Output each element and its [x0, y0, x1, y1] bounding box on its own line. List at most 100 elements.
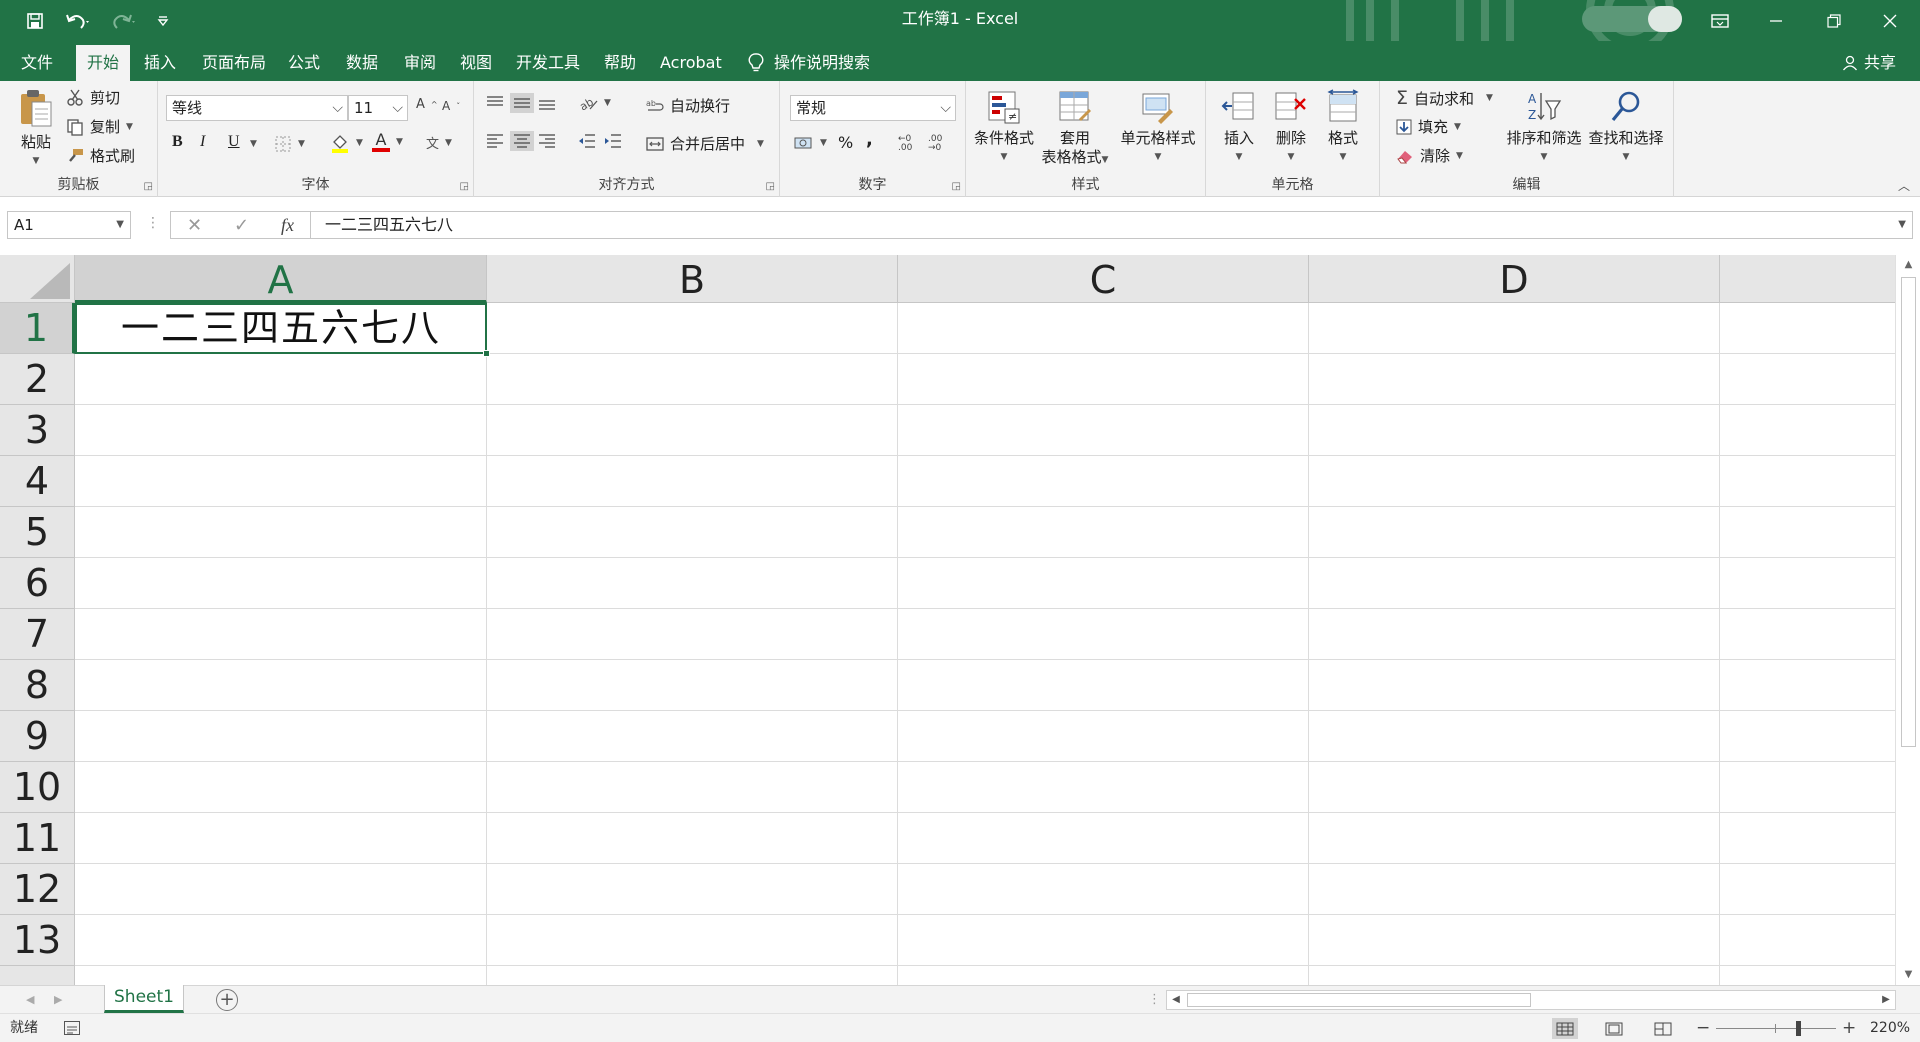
- tab-help[interactable]: 帮助: [594, 45, 646, 81]
- middle-align-button[interactable]: [510, 93, 534, 113]
- row-header-8[interactable]: 8: [0, 660, 75, 711]
- add-sheet-icon[interactable]: +: [216, 989, 238, 1011]
- row-header-10[interactable]: 10: [0, 762, 75, 813]
- tab-split-handle[interactable]: ⋮: [1148, 986, 1161, 1014]
- previous-sheet-icon[interactable]: ◀: [26, 986, 34, 1014]
- row-header-9[interactable]: 9: [0, 711, 75, 762]
- tell-me-search[interactable]: 操作说明搜索: [748, 45, 870, 81]
- bottom-align-button[interactable]: [538, 95, 556, 111]
- zoom-slider-thumb[interactable]: [1796, 1021, 1801, 1036]
- decrease-font-size-button[interactable]: Aˇ: [442, 99, 460, 113]
- dialog-launcher-icon[interactable]: ◲: [144, 181, 153, 192]
- zoom-out-button[interactable]: −: [1696, 1014, 1710, 1042]
- share-button[interactable]: 共享: [1842, 45, 1896, 81]
- vertical-scrollbar[interactable]: ▲ ▼: [1895, 255, 1920, 985]
- tab-data[interactable]: 数据: [336, 45, 388, 81]
- undo-icon[interactable]: [58, 0, 98, 41]
- cancel-icon[interactable]: ✕: [187, 215, 202, 236]
- column-header-c[interactable]: C: [898, 255, 1309, 303]
- italic-button[interactable]: I: [200, 133, 205, 151]
- center-align-button[interactable]: [510, 131, 534, 151]
- row-header-14[interactable]: [0, 966, 75, 985]
- name-box[interactable]: A1 ▼: [7, 211, 131, 239]
- macro-recording-icon[interactable]: [64, 1021, 80, 1035]
- number-format-box[interactable]: 常规 ⌵: [790, 95, 956, 121]
- user-avatar[interactable]: [1582, 6, 1682, 32]
- underline-button[interactable]: U: [228, 133, 240, 151]
- decrease-indent-button[interactable]: [578, 133, 596, 149]
- horizontal-scrollbar[interactable]: ◀ ▶: [1166, 990, 1896, 1010]
- row-header-6[interactable]: 6: [0, 558, 75, 609]
- decrease-decimal-button[interactable]: .00 →0: [928, 135, 942, 153]
- percent-button[interactable]: %: [838, 133, 853, 152]
- ribbon-display-options-icon[interactable]: [1692, 0, 1748, 41]
- increase-decimal-button[interactable]: ←0.00: [898, 135, 912, 153]
- sort-filter-button[interactable]: AZ 排序和筛选 ▼: [1504, 89, 1584, 167]
- clear-button[interactable]: 清除 ▼: [1396, 145, 1463, 166]
- row-header-1[interactable]: 1: [0, 303, 75, 354]
- top-align-button[interactable]: [486, 95, 504, 111]
- cut-button[interactable]: 剪切: [66, 87, 120, 108]
- row-header-2[interactable]: 2: [0, 354, 75, 405]
- vertical-scroll-thumb[interactable]: [1901, 277, 1916, 747]
- increase-indent-button[interactable]: [604, 133, 622, 149]
- underline-dropdown[interactable]: ▼: [250, 139, 257, 149]
- tab-page-layout[interactable]: 页面布局: [192, 45, 276, 81]
- font-color-button[interactable]: A ▼: [372, 131, 403, 152]
- row-header-4[interactable]: 4: [0, 456, 75, 507]
- dialog-launcher-icon[interactable]: ◲: [766, 181, 775, 192]
- horizontal-scroll-thumb[interactable]: [1187, 993, 1531, 1007]
- page-layout-view-icon[interactable]: [1601, 1018, 1627, 1039]
- formula-input[interactable]: 一二三四五六七八 ▼: [310, 211, 1913, 239]
- cell-a1[interactable]: 一二三四五六七八: [75, 303, 487, 354]
- select-all-button[interactable]: [0, 255, 75, 303]
- borders-button[interactable]: ▼: [274, 135, 305, 153]
- row-header-12[interactable]: 12: [0, 864, 75, 915]
- customize-toolbar-icon[interactable]: [146, 0, 180, 41]
- fill-button[interactable]: 填充 ▼: [1396, 116, 1461, 137]
- tab-formulas[interactable]: 公式: [278, 45, 330, 81]
- save-icon[interactable]: [18, 0, 52, 41]
- collapse-ribbon-icon[interactable]: ︿: [1898, 177, 1910, 194]
- scroll-left-icon[interactable]: ◀: [1167, 991, 1185, 1009]
- normal-view-icon[interactable]: [1552, 1018, 1578, 1039]
- left-align-button[interactable]: [486, 133, 504, 149]
- column-header-e[interactable]: [1720, 255, 1895, 303]
- next-sheet-icon[interactable]: ▶: [54, 986, 62, 1014]
- cell-styles-button[interactable]: 单元格样式 ▼: [1116, 89, 1200, 167]
- tab-developer[interactable]: 开发工具: [506, 45, 590, 81]
- delete-cells-button[interactable]: 删除 ▼: [1266, 89, 1316, 167]
- insert-function-icon[interactable]: fx: [281, 215, 294, 236]
- insert-cells-button[interactable]: 插入 ▼: [1214, 89, 1264, 167]
- tab-insert[interactable]: 插入: [134, 45, 186, 81]
- column-header-b[interactable]: B: [487, 255, 898, 303]
- zoom-level[interactable]: 220%: [1870, 1014, 1910, 1042]
- row-header-11[interactable]: 11: [0, 813, 75, 864]
- accounting-format-button[interactable]: ▼: [794, 135, 827, 151]
- restore-icon[interactable]: [1806, 0, 1862, 41]
- sheet-tab-sheet1[interactable]: Sheet1: [104, 985, 184, 1013]
- scroll-up-icon[interactable]: ▲: [1896, 255, 1920, 275]
- right-align-button[interactable]: [538, 133, 556, 149]
- dialog-launcher-icon[interactable]: ◲: [952, 181, 961, 192]
- orientation-button[interactable]: ab ▼: [578, 95, 611, 111]
- format-painter-button[interactable]: 格式刷: [66, 145, 135, 166]
- column-header-d[interactable]: D: [1309, 255, 1720, 303]
- close-icon[interactable]: [1862, 0, 1918, 41]
- row-header-5[interactable]: 5: [0, 507, 75, 558]
- zoom-in-button[interactable]: +: [1842, 1014, 1856, 1042]
- comma-button[interactable]: ,: [866, 129, 873, 150]
- paste-button[interactable]: 粘贴 ▼: [12, 87, 60, 171]
- tab-view[interactable]: 视图: [450, 45, 502, 81]
- expand-formula-bar-icon[interactable]: ▼: [1898, 212, 1906, 238]
- format-as-table-button[interactable]: 套用 表格格式▼: [1038, 89, 1112, 170]
- page-break-preview-icon[interactable]: [1650, 1018, 1676, 1039]
- find-select-button[interactable]: 查找和选择 ▼: [1584, 89, 1668, 167]
- column-header-a[interactable]: A: [75, 255, 487, 303]
- row-header-13[interactable]: 13: [0, 915, 75, 966]
- scroll-down-icon[interactable]: ▼: [1896, 965, 1920, 985]
- tab-review[interactable]: 审阅: [394, 45, 446, 81]
- autosum-button[interactable]: Σ 自动求和 ▼: [1396, 87, 1493, 109]
- minimize-icon[interactable]: [1748, 0, 1804, 41]
- fill-handle[interactable]: [483, 350, 490, 357]
